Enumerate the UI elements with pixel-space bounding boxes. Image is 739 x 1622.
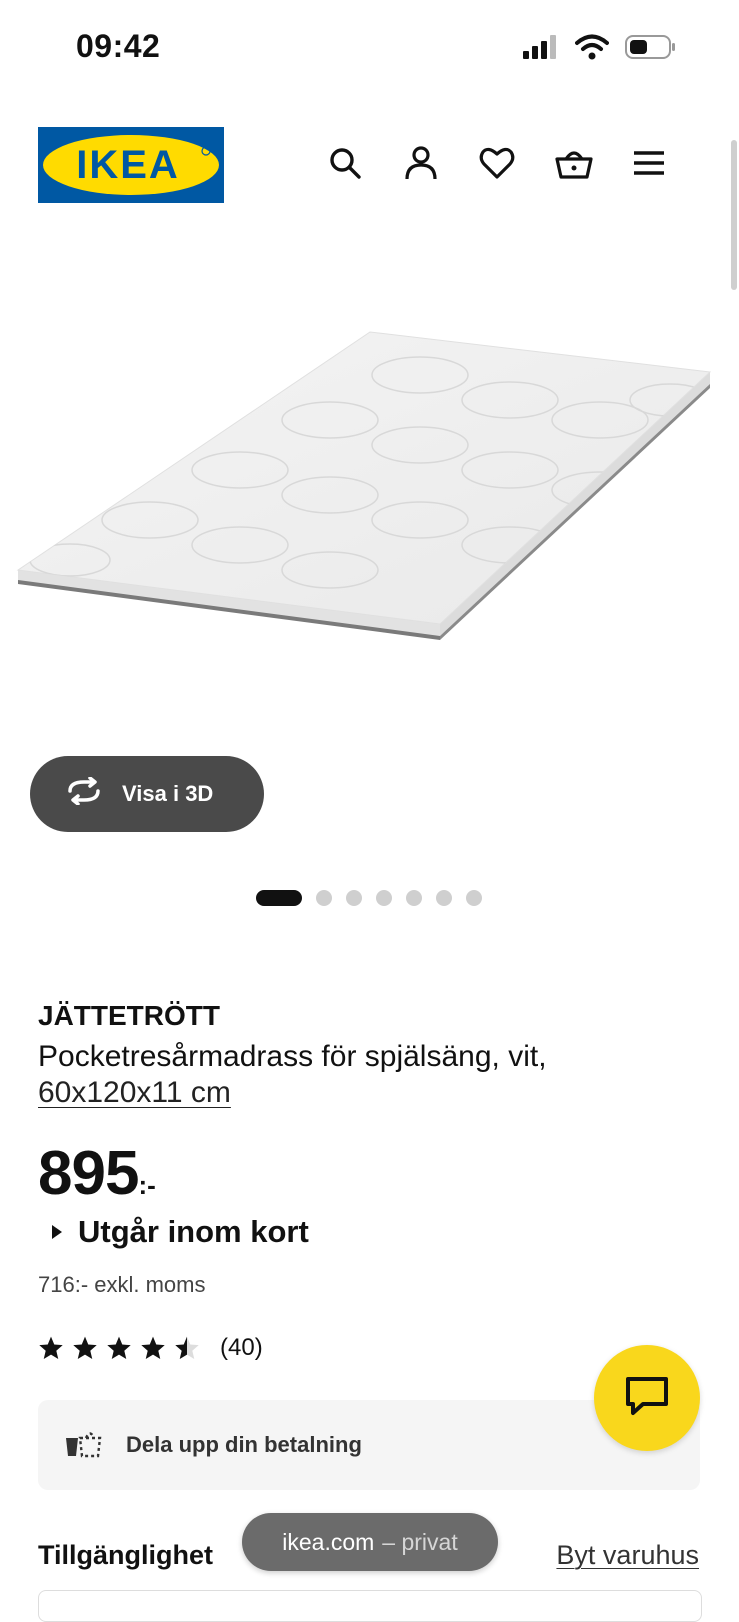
chat-icon [625,1376,669,1421]
stock-status-label: Utgår inom kort [78,1214,309,1249]
url-domain: ikea.com [282,1528,375,1555]
split-payment-label: Dela upp din betalning [126,1432,362,1457]
gallery-dot[interactable] [256,890,302,906]
gallery-dot[interactable] [346,890,362,906]
rotate-icon [64,776,104,811]
wifi-icon [575,34,609,65]
store-availability-card[interactable] [38,1590,702,1622]
gallery-dot[interactable] [376,890,392,906]
star-icon [73,1336,97,1360]
chat-button[interactable] [594,1345,700,1451]
search-icon[interactable] [327,145,363,181]
browser-url-pill[interactable]: ikea.com – privat [242,1513,498,1571]
gallery-dot[interactable] [466,890,482,906]
payment-split-icon [64,1426,102,1464]
header-actions [327,145,667,181]
expand-triangle-icon [52,1225,62,1239]
gallery-dot[interactable] [316,890,332,906]
scrollbar[interactable] [731,140,737,290]
view-3d-button[interactable]: Visa i 3D [30,756,264,832]
heart-icon[interactable] [479,145,515,181]
svg-text:IKEA: IKEA [76,143,180,187]
profile-icon[interactable] [403,145,439,181]
price-excl-vat: 716:- exkl. moms [38,1272,206,1297]
basket-icon[interactable] [555,145,593,181]
product-price: 895:- [38,1138,156,1209]
half-star-icon [175,1336,199,1360]
signal-icon [523,35,559,64]
rating-count: (40) [220,1334,263,1361]
star-icon [39,1336,63,1360]
gallery-pagination [256,890,482,906]
ikea-logo[interactable]: IKEA [38,127,224,203]
product-size-link[interactable]: 60x120x11 cm [38,1076,231,1110]
gallery-dot[interactable] [436,890,452,906]
stock-status-toggle[interactable]: Utgår inom kort [52,1214,309,1250]
view-3d-label: Visa i 3D [122,781,214,806]
product-rating[interactable]: (40) [38,1334,263,1362]
product-description: Pocketresårmadrass för spjälsäng, vit, [38,1040,547,1073]
product-name: JÄTTETRÖTT [38,1000,220,1031]
gallery-dot[interactable] [406,890,422,906]
status-time: 09:42 [76,28,161,64]
star-icon [141,1336,165,1360]
product-image[interactable] [10,320,730,650]
private-mode-label: – privat [382,1528,458,1555]
menu-icon[interactable] [631,145,667,181]
availability-title: Tillgänglighet [38,1540,213,1570]
price-suffix: :- [138,1170,156,1200]
status-icons [523,34,677,65]
star-icon [107,1336,131,1360]
change-store-link[interactable]: Byt varuhus [556,1540,699,1571]
battery-icon [625,34,677,65]
rating-stars [38,1335,200,1361]
price-amount: 895 [38,1139,139,1208]
